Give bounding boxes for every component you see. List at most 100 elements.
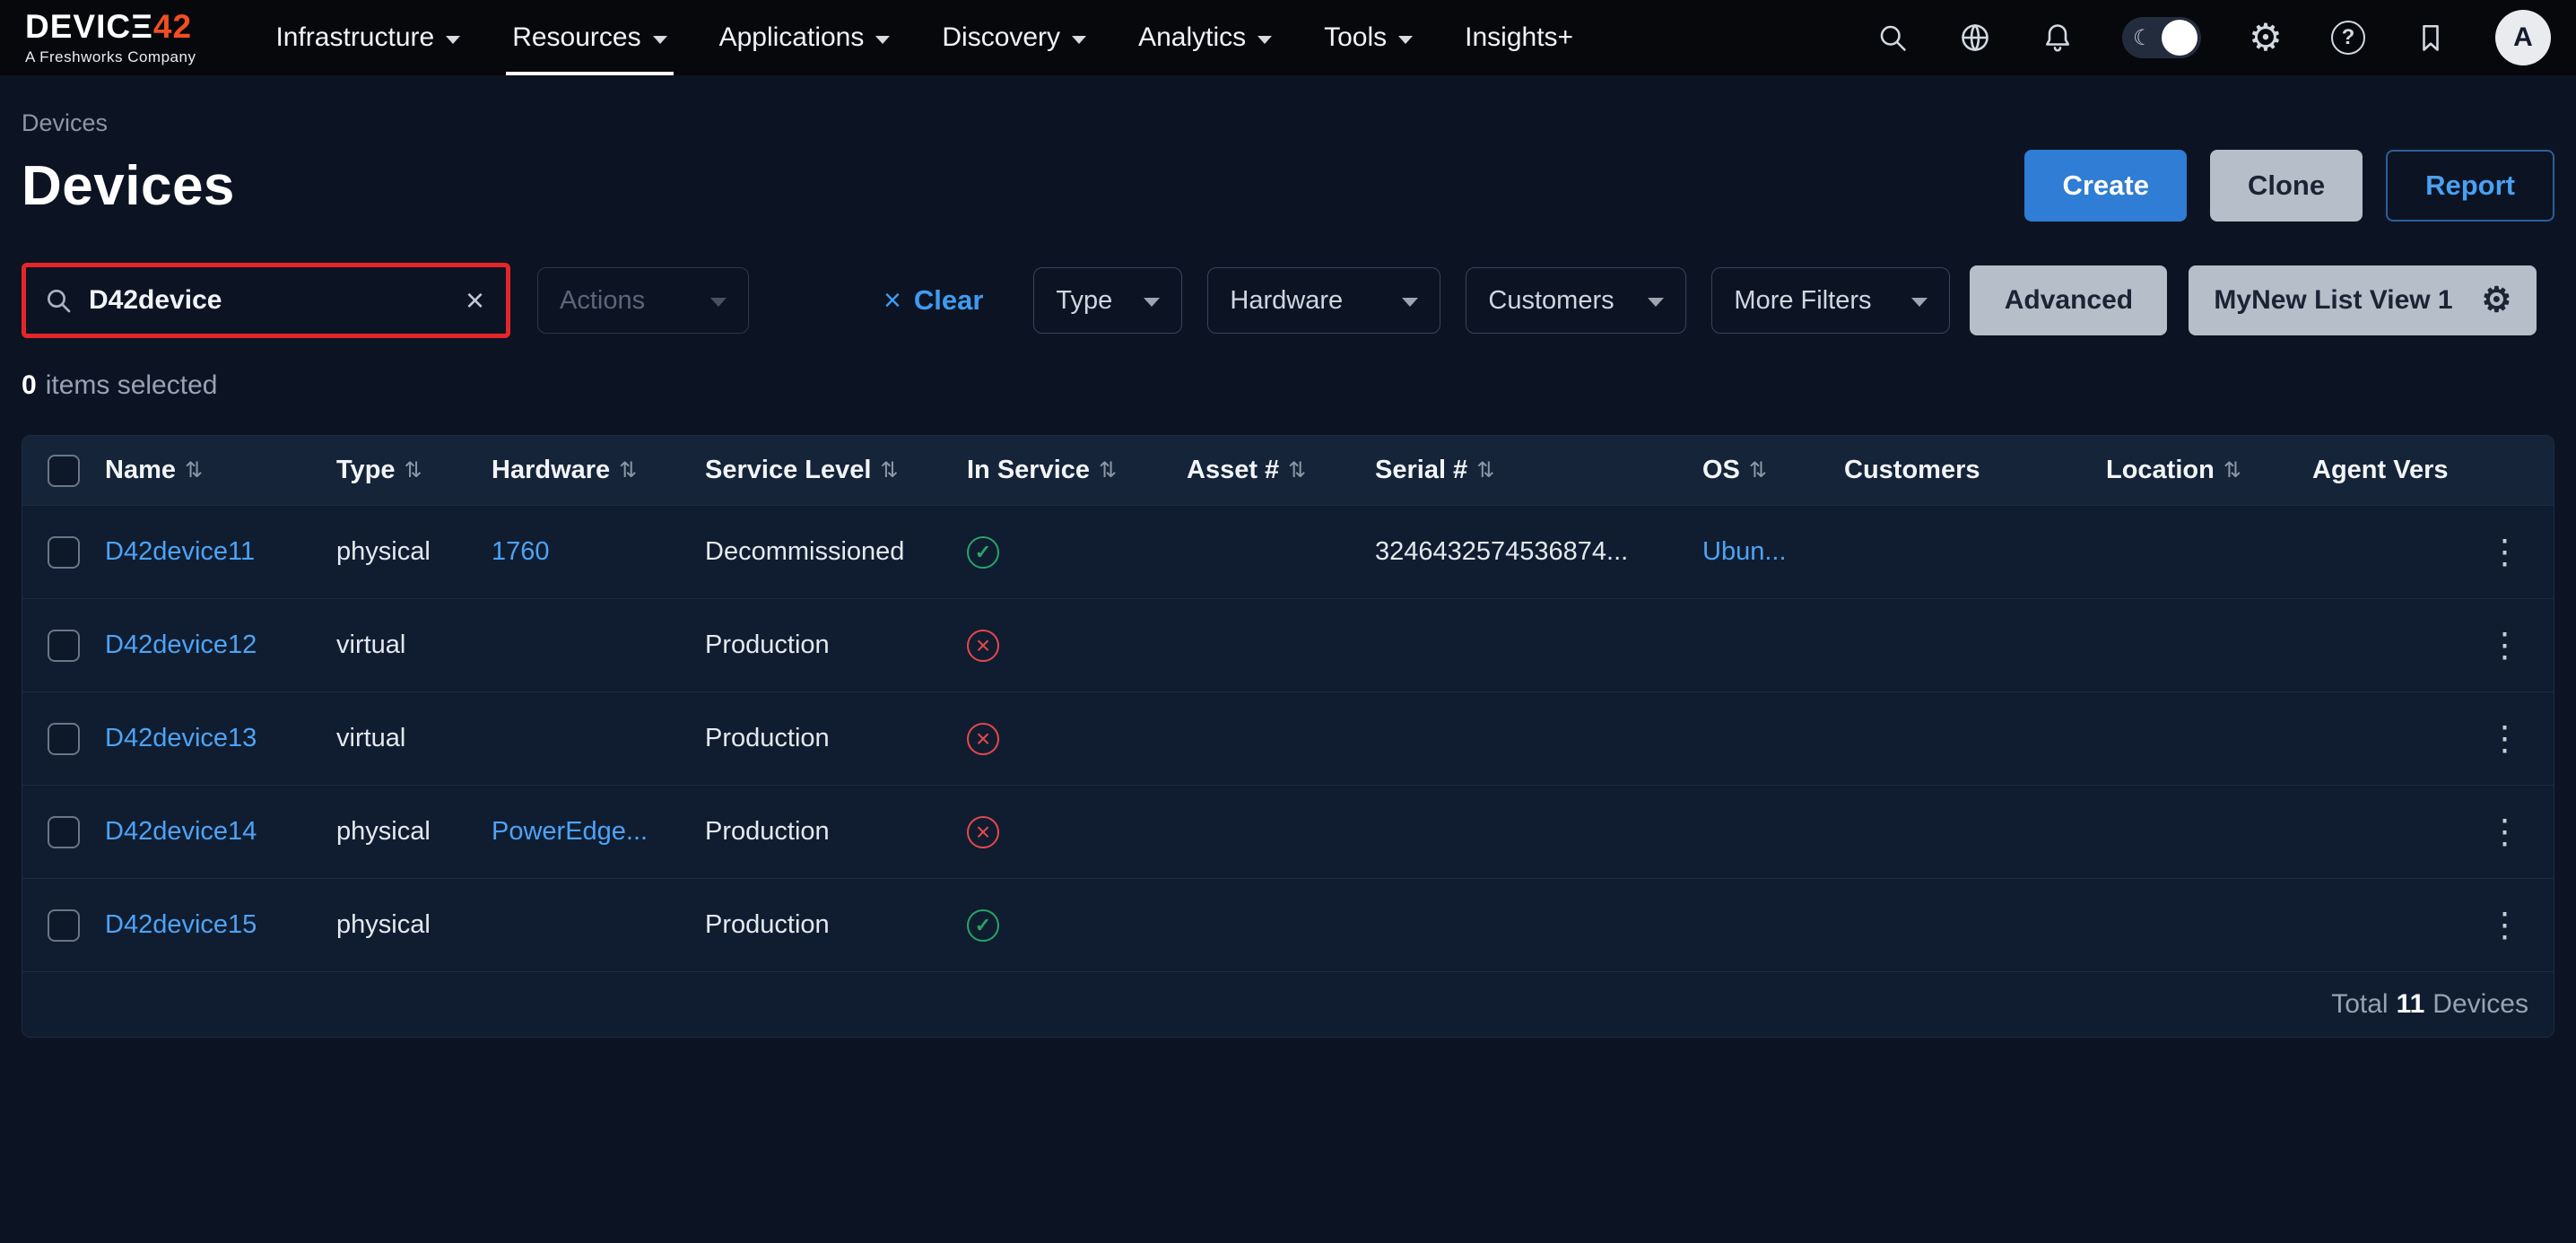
list-view-button[interactable]: MyNew List View 1 ⚙	[2189, 265, 2537, 335]
total-suffix: Devices	[2432, 989, 2528, 1020]
chevron-down-icon	[653, 36, 667, 44]
service-level: Production	[705, 724, 967, 753]
device-type: virtual	[336, 630, 492, 660]
nav-item-infrastructure[interactable]: Infrastructure	[249, 0, 486, 75]
customers-filter-dropdown[interactable]: Customers	[1466, 267, 1686, 334]
column-header-in-service[interactable]: In Service⇅	[967, 456, 1187, 485]
column-header-service-level[interactable]: Service Level⇅	[705, 456, 967, 485]
sort-icon[interactable]: ⇅	[185, 457, 203, 483]
help-icon[interactable]: ?	[2330, 20, 2366, 56]
device-name-link[interactable]: D42device15	[105, 910, 336, 940]
sort-icon[interactable]: ⇅	[1749, 457, 1767, 483]
search-icon[interactable]	[1875, 20, 1910, 56]
chevron-down-icon	[1402, 298, 1418, 307]
device-search-input[interactable]	[89, 285, 462, 316]
row-checkbox[interactable]	[48, 816, 80, 848]
device-type: physical	[336, 537, 492, 567]
device-name-link[interactable]: D42device11	[105, 537, 336, 567]
column-header-os[interactable]: OS⇅	[1702, 456, 1844, 485]
theme-toggle[interactable]: ☾	[2122, 17, 2201, 58]
sort-icon[interactable]: ⇅	[1288, 457, 1306, 483]
page-content: Devices Devices Create Clone Report × Ac…	[0, 109, 2576, 1038]
select-all-checkbox[interactable]	[48, 455, 80, 487]
breadcrumb[interactable]: Devices	[22, 109, 2554, 137]
column-header-location[interactable]: Location⇅	[2106, 456, 2312, 485]
notifications-bell-icon[interactable]	[2040, 20, 2076, 56]
user-avatar[interactable]: A	[2495, 10, 2551, 65]
bookmark-icon[interactable]	[2413, 20, 2449, 56]
globe-icon[interactable]	[1957, 20, 1993, 56]
sort-icon[interactable]: ⇅	[1099, 457, 1117, 483]
hardware-link[interactable]: 1760	[492, 537, 705, 567]
device-name-link[interactable]: D42device13	[105, 724, 336, 753]
clone-button[interactable]: Clone	[2210, 150, 2363, 222]
create-button[interactable]: Create	[2024, 150, 2187, 222]
device42-logo[interactable]: DEVICΞ42 A Freshworks Company	[25, 10, 196, 66]
column-header-customers[interactable]: Customers	[1844, 456, 2106, 485]
row-checkbox[interactable]	[48, 536, 80, 569]
nav-item-applications[interactable]: Applications	[693, 0, 917, 75]
list-view-gear-icon[interactable]: ⚙	[2481, 283, 2511, 317]
column-header-name[interactable]: Name⇅	[105, 456, 336, 485]
in-service-status-icon	[967, 723, 999, 755]
chevron-down-icon	[1648, 298, 1664, 307]
more-filters-dropdown[interactable]: More Filters	[1711, 267, 1950, 334]
logo-text: DEVICΞ42	[25, 10, 196, 43]
service-level: Production	[705, 817, 967, 847]
search-icon	[44, 286, 73, 315]
in-service-status-icon	[967, 630, 999, 662]
settings-gear-icon[interactable]: ⚙	[2248, 20, 2284, 56]
chevron-down-icon	[710, 298, 727, 307]
row-menu-kebab-icon[interactable]: ⋮	[2458, 812, 2554, 852]
nav-item-insights[interactable]: Insights+	[1439, 0, 1599, 75]
table-header-row: Name⇅ Type⇅ Hardware⇅ Service Level⇅ In …	[22, 436, 2554, 506]
actions-dropdown[interactable]: Actions	[537, 267, 749, 334]
toggle-knob	[2162, 20, 2197, 56]
nav-item-discovery[interactable]: Discovery	[916, 0, 1112, 75]
row-menu-kebab-icon[interactable]: ⋮	[2458, 625, 2554, 665]
hardware-filter-dropdown[interactable]: Hardware	[1207, 267, 1440, 334]
service-level: Production	[705, 630, 967, 660]
column-header-type[interactable]: Type⇅	[336, 456, 492, 485]
sort-icon[interactable]: ⇅	[1476, 457, 1494, 483]
advanced-button[interactable]: Advanced	[1970, 265, 2167, 335]
type-filter-dropdown[interactable]: Type	[1033, 267, 1182, 334]
sort-icon[interactable]: ⇅	[880, 457, 898, 483]
sort-icon[interactable]: ⇅	[2224, 457, 2241, 483]
serial-number: 3246432574536874...	[1375, 537, 1702, 567]
navbar-actions: ☾ ⚙ ? A	[1875, 10, 2551, 65]
row-checkbox[interactable]	[48, 630, 80, 662]
clear-filters-button[interactable]: × Clear	[883, 283, 983, 318]
moon-icon: ☾	[2133, 25, 2153, 51]
hardware-link[interactable]: PowerEdge...	[492, 817, 705, 847]
chevron-down-icon	[1398, 36, 1413, 44]
column-header-hardware[interactable]: Hardware⇅	[492, 456, 705, 485]
nav-item-tools[interactable]: Tools	[1298, 0, 1439, 75]
column-header-serial[interactable]: Serial #⇅	[1375, 456, 1702, 485]
chevron-down-icon	[446, 36, 460, 44]
sort-icon[interactable]: ⇅	[405, 457, 422, 483]
os-link[interactable]: Ubun...	[1702, 537, 1844, 567]
clear-search-icon[interactable]: ×	[462, 284, 488, 317]
main-nav: Infrastructure Resources Applications Di…	[249, 0, 1599, 75]
device-type: physical	[336, 910, 492, 940]
row-checkbox[interactable]	[48, 723, 80, 755]
in-service-status-icon	[967, 816, 999, 848]
chevron-down-icon	[875, 36, 890, 44]
nav-item-analytics[interactable]: Analytics	[1112, 0, 1298, 75]
device-name-link[interactable]: D42device12	[105, 630, 336, 660]
device-type: virtual	[336, 724, 492, 753]
sort-icon[interactable]: ⇅	[619, 457, 637, 483]
device-name-link[interactable]: D42device14	[105, 817, 336, 847]
total-label: Total	[2331, 989, 2388, 1020]
clear-x-icon: ×	[883, 283, 901, 318]
row-menu-kebab-icon[interactable]: ⋮	[2458, 718, 2554, 759]
nav-item-resources[interactable]: Resources	[486, 0, 692, 75]
column-header-agent-version[interactable]: Agent Vers	[2312, 456, 2458, 485]
top-navbar: DEVICΞ42 A Freshworks Company Infrastruc…	[0, 0, 2576, 75]
column-header-asset[interactable]: Asset #⇅	[1187, 456, 1375, 485]
report-button[interactable]: Report	[2386, 150, 2554, 222]
row-menu-kebab-icon[interactable]: ⋮	[2458, 905, 2554, 945]
row-menu-kebab-icon[interactable]: ⋮	[2458, 532, 2554, 572]
row-checkbox[interactable]	[48, 909, 80, 942]
